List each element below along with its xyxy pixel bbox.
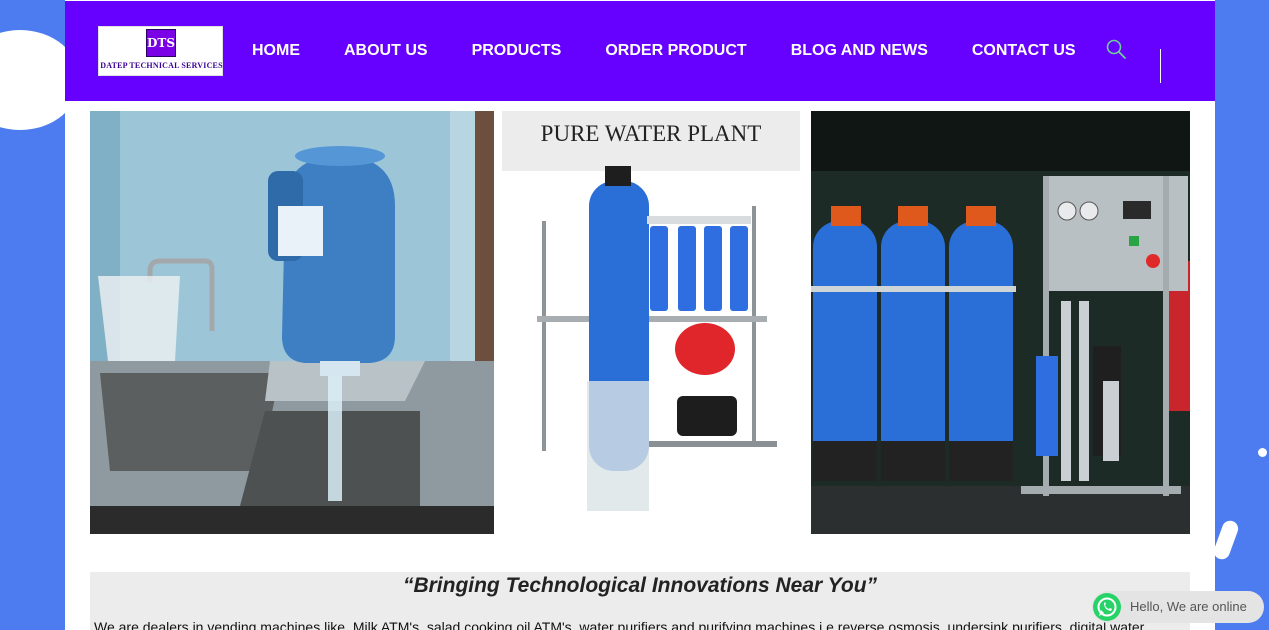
tagline: “Bringing Technological Innovations Near… — [402, 574, 878, 597]
whatsapp-icon — [1093, 593, 1121, 621]
background-splash — [1211, 518, 1241, 562]
main-nav: HOME ABOUT US PRODUCTS ORDER PRODUCT BLO… — [252, 41, 1076, 61]
water-plant-photo: PURE WATER PLANT — [502, 111, 800, 534]
nav-products[interactable]: PRODUCTS — [472, 41, 562, 61]
plant-caption: PURE WATER PLANT — [541, 121, 762, 146]
nav-about-us[interactable]: ABOUT US — [344, 41, 428, 61]
nav-home[interactable]: HOME — [252, 41, 300, 61]
dispenser-photo — [90, 111, 494, 534]
site-logo[interactable]: DTS DATEP TECHNICAL SERVICES — [98, 26, 223, 76]
nav-order-product[interactable]: ORDER PRODUCT — [605, 41, 746, 61]
nav-contact-us[interactable]: CONTACT US — [972, 41, 1076, 61]
background-drop — [1258, 448, 1267, 457]
nav-blog-and-news[interactable]: BLOG AND NEWS — [791, 41, 928, 61]
site-header: DTS DATEP TECHNICAL SERVICES HOME ABOUT … — [65, 1, 1215, 101]
page-container: DTS DATEP TECHNICAL SERVICES HOME ABOUT … — [65, 0, 1215, 630]
header-divider — [1160, 49, 1161, 83]
tagline-section: “Bringing Technological Innovations Near… — [90, 572, 1190, 630]
intro-text: We are dealers in vending machines like,… — [94, 619, 1145, 630]
whatsapp-chat-widget[interactable]: Hello, We are online — [1092, 591, 1264, 623]
ro-system-photo — [811, 111, 1190, 534]
logo-mark: DTS — [146, 29, 176, 57]
chat-status-text: Hello, We are online — [1130, 599, 1247, 614]
search-icon[interactable] — [1105, 38, 1127, 60]
logo-text: DATEP TECHNICAL SERVICES — [100, 61, 223, 70]
